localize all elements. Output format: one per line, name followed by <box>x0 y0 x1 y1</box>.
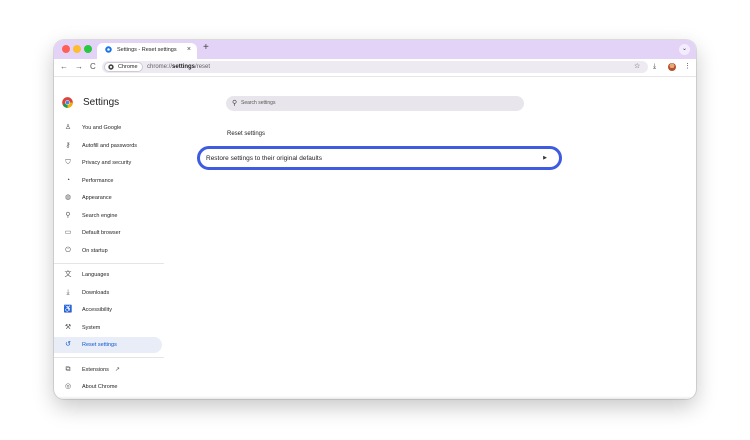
sidebar-item-label: Appearance <box>82 195 112 201</box>
chrome-logo-icon <box>62 97 73 108</box>
palette-icon: ◍ <box>64 194 72 201</box>
sidebar-item-about-chrome[interactable]: ◎ About Chrome <box>54 379 162 395</box>
sidebar-item-label: Performance <box>82 178 114 184</box>
tab-title: Settings - Reset settings <box>117 47 177 53</box>
forward-button[interactable]: → <box>75 61 83 73</box>
sidebar-item-label: Extensions ↗ <box>82 364 120 376</box>
shield-icon: ⛉ <box>65 159 71 166</box>
url-scheme: chrome:// <box>147 64 173 70</box>
avatar[interactable] <box>668 63 676 71</box>
section-title: Reset settings <box>227 131 266 137</box>
search-placeholder: Search settings <box>241 100 276 106</box>
gear-icon <box>105 46 112 53</box>
download-icon: ⤓ <box>66 289 70 296</box>
bookmark-star-icon[interactable]: ☆ <box>634 61 640 73</box>
close-window-button[interactable] <box>62 45 70 53</box>
extensions-label: Extensions <box>82 367 109 373</box>
sidebar-item-label: Search engine <box>82 213 118 219</box>
reload-button[interactable]: C <box>90 61 96 73</box>
speedometer-icon: ◔ <box>65 177 71 184</box>
sidebar-item-appearance[interactable]: ◍ Appearance <box>54 190 162 206</box>
sidebar-item-label: Reset settings <box>82 342 117 348</box>
sidebar-item-you-and-google[interactable]: ♙ You and Google <box>54 120 162 136</box>
browser-window: Settings - Reset settings × + ⌄ ← → C Ch… <box>54 40 696 399</box>
open-in-new-icon: ↗ <box>114 367 120 373</box>
translate-icon: 文 <box>64 271 72 278</box>
sidebar-item-system[interactable]: ⚒ System <box>54 320 162 336</box>
url-path: /reset <box>195 64 211 70</box>
sidebar-item-downloads[interactable]: ⤓ Downloads <box>54 285 162 301</box>
sidebar-item-label: You and Google <box>82 125 122 131</box>
sidebar-item-label: Downloads <box>82 290 110 296</box>
toolbar-divider <box>54 76 696 77</box>
chevron-right-icon: ▶ <box>543 155 547 161</box>
sidebar-item-search-engine[interactable]: ⚲ Search engine <box>54 208 162 224</box>
tab-search-button[interactable]: ⌄ <box>679 44 690 55</box>
sidebar-item-label: System <box>82 325 101 331</box>
sidebar-item-default-browser[interactable]: ▭ Default browser <box>54 225 162 241</box>
key-icon: ⚷ <box>65 142 71 149</box>
search-icon: ⚲ <box>65 212 71 219</box>
sidebar-divider <box>54 263 164 264</box>
sidebar-item-label: Autofill and passwords <box>82 143 138 149</box>
site-info-label: Chrome <box>118 64 138 70</box>
sidebar-divider <box>54 357 164 358</box>
address-bar[interactable]: Chrome chrome://settings/reset ☆ <box>102 61 648 73</box>
sidebar-item-label: Default browser <box>82 230 121 236</box>
sidebar-item-privacy[interactable]: ⛉ Privacy and security <box>54 155 162 171</box>
site-info-chip[interactable]: Chrome <box>104 62 143 72</box>
sidebar-item-performance[interactable]: ◔ Performance <box>54 173 162 189</box>
minimize-window-button[interactable] <box>73 45 81 53</box>
download-icon[interactable]: ⤓ <box>653 61 656 73</box>
restore-defaults-label: Restore settings to their original defau… <box>206 155 322 162</box>
wrench-icon: ⚒ <box>64 324 72 331</box>
accessibility-icon: ♿ <box>63 306 73 313</box>
sidebar-item-reset-settings[interactable]: ↺ Reset settings <box>54 337 162 353</box>
more-menu-icon[interactable]: ⋮ <box>684 61 691 73</box>
tab-settings[interactable]: Settings - Reset settings × <box>97 43 197 59</box>
sidebar-item-label: Privacy and security <box>82 160 132 166</box>
sidebar-item-languages[interactable]: 文 Languages <box>54 267 162 283</box>
chrome-icon: ◎ <box>64 383 72 390</box>
sidebar-item-label: Languages <box>82 272 110 278</box>
sidebar-item-label: Accessibility <box>82 307 112 313</box>
person-icon: ♙ <box>64 124 72 131</box>
url-host: settings <box>172 64 196 70</box>
new-tab-button[interactable]: + <box>203 42 209 54</box>
puzzle-icon: ⧉ <box>65 366 71 373</box>
url-text: chrome://settings/reset <box>147 62 210 72</box>
sidebar-item-autofill[interactable]: ⚷ Autofill and passwords <box>54 138 162 154</box>
tab-close-icon[interactable]: × <box>187 45 191 55</box>
search-icon: ⚲ <box>232 100 238 107</box>
sidebar-item-on-startup[interactable]: ⏻ On startup <box>54 243 162 259</box>
sidebar-item-extensions[interactable]: ⧉ Extensions ↗ <box>54 362 162 378</box>
page-title: Settings <box>83 97 120 108</box>
sidebar-item-label: On startup <box>82 248 108 254</box>
chrome-icon <box>108 64 114 70</box>
sidebar-item-label: About Chrome <box>82 384 118 390</box>
maximize-window-button[interactable] <box>84 45 92 53</box>
tab-strip: Settings - Reset settings × + ⌄ <box>54 40 696 59</box>
sidebar-item-accessibility[interactable]: ♿ Accessibility <box>54 302 162 318</box>
restore-defaults-button[interactable]: Restore settings to their original defau… <box>197 146 562 170</box>
power-icon: ⏻ <box>65 247 71 254</box>
window-bottom-edge <box>54 396 696 399</box>
browser-icon: ▭ <box>64 229 72 236</box>
back-button[interactable]: ← <box>60 61 68 73</box>
browser-toolbar: ← → C Chrome chrome://settings/reset ☆ ⤓… <box>54 59 696 76</box>
search-input[interactable]: ⚲ Search settings <box>226 96 524 111</box>
reset-icon: ↺ <box>65 341 71 348</box>
